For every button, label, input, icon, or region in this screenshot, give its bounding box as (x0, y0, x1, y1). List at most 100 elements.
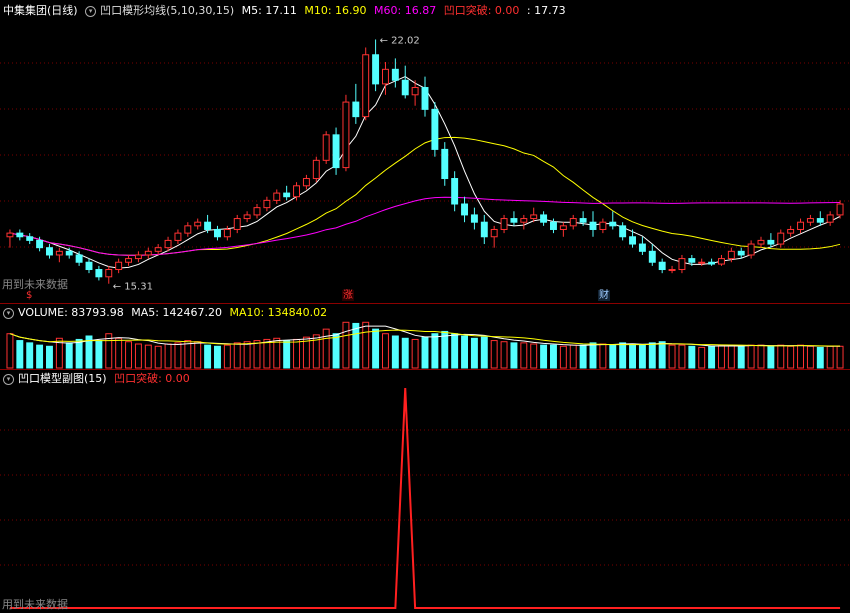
volume-bar-down (75, 338, 83, 369)
volume-panel[interactable]: ▾ VOLUME: 83793.98 MA5: 142467.20 MA10: 1… (0, 304, 850, 369)
volume-bar-up (836, 345, 844, 369)
candle-up (668, 269, 676, 272)
event-marker-rise[interactable]: 涨 (342, 290, 354, 301)
volume-bar-up (718, 344, 725, 369)
volume-bar-up (559, 345, 567, 369)
candle-up (134, 254, 142, 260)
candle-down (510, 218, 518, 223)
candle-up (243, 214, 251, 220)
volume-bar-up (194, 341, 202, 369)
volume-bar-up (362, 321, 370, 369)
volume-bar-up (411, 338, 419, 369)
candle-up (599, 221, 607, 230)
volume-bar-down (214, 345, 221, 369)
candle-down (401, 79, 409, 96)
volume-bar-down (401, 337, 409, 369)
candle-down (214, 228, 221, 238)
low-price-label: ← 15.31 (113, 282, 153, 293)
volume-bar-up (243, 341, 251, 369)
indicator-name[interactable]: 凹口模形均线(5,10,30,15) (100, 4, 234, 17)
vol-ma10-label: MA10: 134840.02 (229, 306, 328, 319)
stock-title: 中集集团(日线) (3, 4, 78, 17)
candlestick-chart[interactable]: ← 22.02 ← 15.31 (0, 0, 850, 303)
candle-down (204, 221, 212, 230)
candle-down (579, 218, 587, 223)
candle-up (184, 225, 192, 234)
candle-up (797, 221, 804, 230)
candle-down (737, 250, 745, 256)
future-data-note: 用到未来数据 (2, 598, 68, 611)
candle-up (382, 68, 389, 85)
volume-bar-down (688, 345, 696, 369)
candle-down (332, 134, 340, 169)
candle-down (372, 54, 380, 85)
volume-bar-down (421, 336, 429, 369)
volume-bar-up (174, 342, 182, 369)
volume-bar-up (530, 343, 538, 369)
candle-down (540, 214, 548, 223)
candle-down (638, 243, 646, 252)
sub-signal-label: 凹口突破: 0.00 (114, 372, 190, 385)
volume-bar-up (806, 345, 814, 369)
volume-bar-down (26, 342, 34, 369)
volume-header: ▾ VOLUME: 83793.98 MA5: 142467.20 MA10: 1… (3, 306, 331, 319)
candle-down (352, 101, 360, 118)
volume-bar-up (777, 344, 785, 369)
sub-indicator-panel[interactable]: ▾ 凹口模型副图(15) 凹口突破: 0.00 用到未来数据 (0, 370, 850, 613)
candle-down (461, 203, 468, 216)
candle-up (490, 228, 498, 238)
volume-bar-down (65, 342, 73, 369)
candle-up (727, 250, 735, 260)
volume-bar-up (797, 344, 804, 369)
volume-bar-up (727, 344, 735, 369)
sub-title: 凹口模型副图(15) (18, 372, 107, 385)
signal-chart[interactable] (0, 370, 850, 613)
volume-bar-up (223, 344, 231, 369)
volume-bar-up (115, 337, 123, 369)
candle-down (441, 148, 449, 180)
main-price-panel[interactable]: ← 22.02 ← 15.31 中集集团(日线) ▾ 凹口模形均线(5,10,30,… (0, 0, 850, 303)
candle-down (26, 236, 34, 241)
candle-up (194, 221, 202, 227)
volume-bar-up (569, 344, 577, 369)
collapse-icon[interactable]: ▾ (3, 307, 14, 319)
volume-bar-up (490, 340, 498, 369)
volume-bar-down (431, 333, 439, 369)
volume-bar-down (579, 344, 587, 369)
volume-bar-down (470, 337, 478, 369)
event-marker-finance[interactable]: 财 (598, 290, 610, 301)
candle-down (767, 239, 775, 245)
event-marker-dollar[interactable]: $ (25, 290, 33, 301)
candle-down (629, 236, 636, 245)
collapse-icon[interactable]: ▾ (85, 5, 97, 17)
sub-header: ▾ 凹口模型副图(15) 凹口突破: 0.00 (3, 372, 194, 385)
candle-down (65, 250, 73, 256)
candle-up (698, 261, 706, 264)
volume-bar-up (144, 344, 152, 369)
candle-down (75, 254, 83, 263)
volume-label: VOLUME: 83793.98 (18, 306, 124, 319)
candle-up (826, 214, 834, 223)
candle-down (421, 87, 429, 110)
candle-down (658, 261, 666, 271)
volume-bar-down (648, 342, 656, 369)
candle-down (451, 178, 459, 205)
candle-up (174, 232, 182, 241)
candle-up (836, 203, 844, 216)
candle-up (55, 250, 63, 256)
candle-down (16, 232, 24, 238)
candle-up (342, 101, 350, 169)
collapse-icon[interactable]: ▾ (3, 373, 14, 385)
volume-bar-down (629, 343, 636, 369)
m5-label: M5: 17.11 (241, 4, 297, 17)
volume-bar-up (698, 346, 706, 369)
volume-bar-down (283, 340, 291, 369)
candle-down (36, 239, 44, 249)
volume-bar-up (293, 338, 300, 369)
volume-bar-down (204, 344, 212, 369)
candle-up (233, 218, 241, 230)
candle-up (559, 225, 567, 230)
candle-up (164, 239, 172, 249)
m10-line (9, 136, 841, 256)
volume-bar-up (668, 344, 676, 369)
